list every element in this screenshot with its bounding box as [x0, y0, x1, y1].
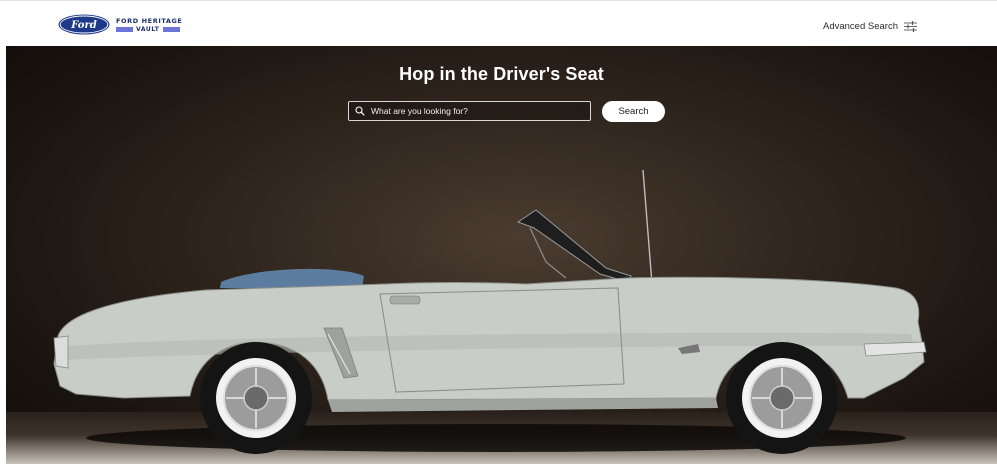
ford-oval-logo-icon: Ford — [58, 14, 110, 35]
page: Ford FORD HERITAGE VAULT Advanced Search — [0, 0, 997, 464]
logo-bar-left — [116, 26, 133, 32]
advanced-search-label: Advanced Search — [823, 21, 898, 32]
ford-logo-text: Ford — [70, 20, 96, 31]
hero-banner: Hop in the Driver's Seat Search — [6, 46, 997, 464]
sliders-icon — [904, 21, 917, 32]
heritage-vault-wordmark: FORD HERITAGE VAULT — [116, 17, 182, 33]
logo-line-2: VAULT — [136, 25, 160, 33]
search-button[interactable]: Search — [602, 101, 665, 122]
search-icon — [355, 106, 365, 116]
ford-heritage-vault-logo[interactable]: Ford FORD HERITAGE VAULT — [58, 14, 182, 35]
advanced-search-link[interactable]: Advanced Search — [823, 21, 917, 32]
search-input[interactable] — [369, 105, 583, 117]
logo-line-1: FORD HERITAGE — [116, 16, 183, 25]
site-header: Ford FORD HERITAGE VAULT Advanced Search — [0, 0, 997, 46]
logo-bar-right — [162, 26, 180, 32]
search-box[interactable] — [348, 101, 591, 121]
hero-title: Hop in the Driver's Seat — [399, 64, 604, 84]
